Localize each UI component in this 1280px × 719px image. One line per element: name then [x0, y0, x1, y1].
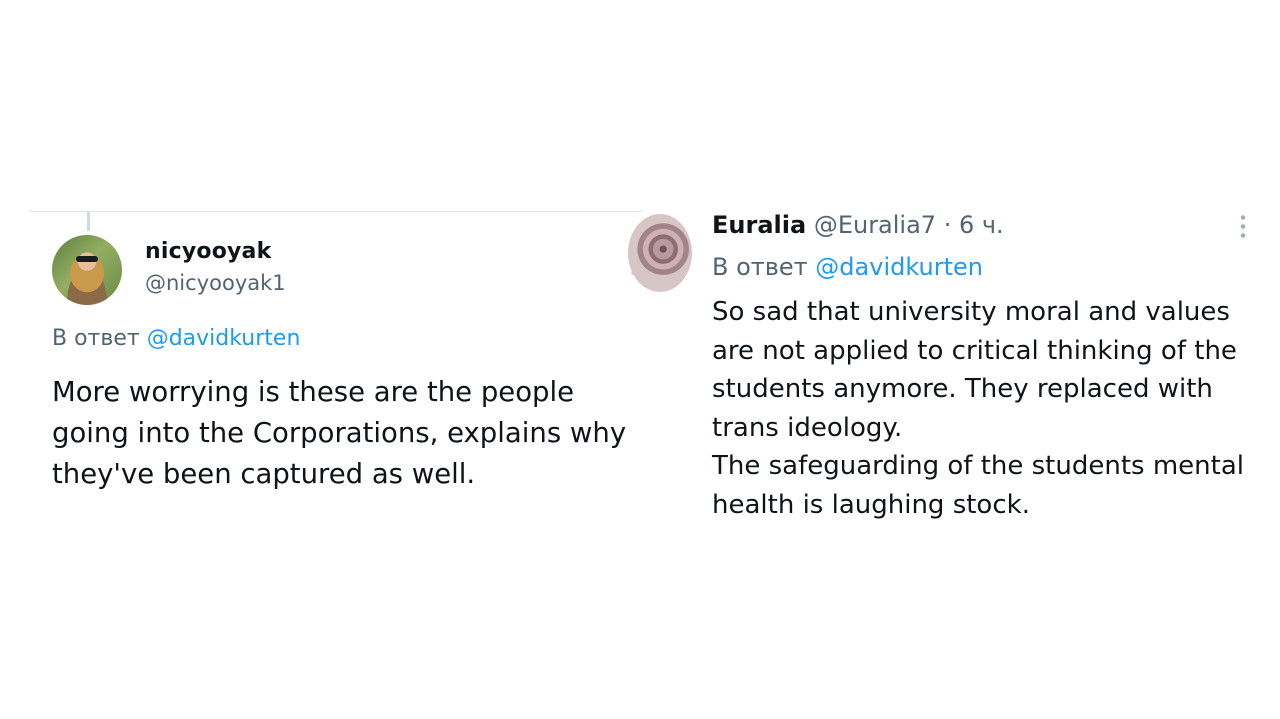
left-tweet: nicyooyak @nicyooyak1 В ответ @davidkurt…	[0, 0, 640, 719]
rose-avatar-icon[interactable]	[628, 214, 692, 292]
tweet-header: Euralia @Euralia7 · 6 ч.	[712, 211, 1004, 239]
user-handle[interactable]: @nicyooyak1	[145, 271, 286, 295]
tweet-text: More worrying is these are the people go…	[52, 376, 627, 490]
reply-mention-link[interactable]: @davidkurten	[815, 253, 983, 281]
sunglasses-icon	[76, 256, 98, 262]
reply-context: В ответ @davidkurten	[712, 253, 983, 281]
reply-mention-link[interactable]: @davidkurten	[147, 326, 301, 351]
display-name[interactable]: nicyooyak	[145, 239, 271, 264]
more-options-icon[interactable]	[1239, 213, 1247, 239]
display-name[interactable]: Euralia	[712, 211, 806, 239]
user-avatar-photo-icon[interactable]	[52, 235, 122, 305]
reply-prefix: В ответ	[712, 253, 808, 281]
user-handle-and-time[interactable]: @Euralia7 · 6 ч.	[814, 211, 1004, 239]
reply-prefix: В ответ	[52, 326, 140, 351]
reply-context: В ответ @davidkurten	[52, 326, 300, 351]
drag-handle-icon	[631, 253, 635, 277]
tweet-text: So sad that university moral and values …	[712, 297, 1244, 520]
